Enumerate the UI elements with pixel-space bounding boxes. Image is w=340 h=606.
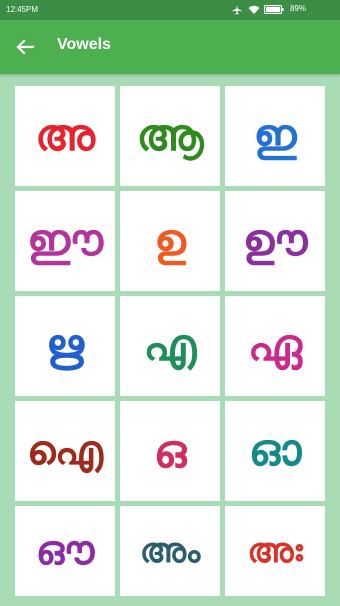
vowel-grid: അ ആ ഇ ഈ ഉ ഊ ഋ എ ഏ ഐ ഒ ഓ ഔ അം അഃ: [15, 86, 327, 596]
wifi-icon: [248, 5, 260, 14]
vowel-letter: ആ: [136, 110, 204, 161]
vowel-tile[interactable]: ഐ: [15, 401, 115, 501]
vowel-tile[interactable]: ഋ: [15, 296, 115, 396]
vowel-tile[interactable]: ഈ: [15, 191, 115, 291]
app-bar: Vowels: [0, 20, 340, 74]
vowel-letter: ഏ: [247, 320, 303, 371]
airplane-mode-icon: [232, 5, 242, 15]
vowel-letter: ഐ: [26, 428, 104, 474]
vowel-letter: ഊ: [242, 215, 308, 266]
vowel-letter: ഈ: [26, 215, 104, 266]
vowel-tile[interactable]: അഃ: [225, 506, 325, 596]
vowel-tile[interactable]: ഊ: [225, 191, 325, 291]
status-time: 12:45PM: [6, 5, 39, 14]
vowel-letter: ഔ: [35, 528, 95, 574]
vowel-letter: ഋ: [45, 320, 85, 371]
vowel-tile[interactable]: ആ: [120, 86, 220, 186]
vowel-tile[interactable]: ഒ: [120, 401, 220, 501]
vowel-tile[interactable]: എ: [120, 296, 220, 396]
vowel-letter: ഒ: [153, 424, 187, 478]
vowel-tile[interactable]: അം: [120, 506, 220, 596]
vowel-tile[interactable]: അ: [15, 86, 115, 186]
vowel-tile[interactable]: ഓ: [225, 401, 325, 501]
vowel-tile[interactable]: ഔ: [15, 506, 115, 596]
vowel-letter: അം: [139, 531, 201, 571]
vowel-tile[interactable]: ഇ: [225, 86, 325, 186]
vowel-letter: അഃ: [247, 531, 303, 571]
arrow-back-icon: [16, 39, 35, 55]
battery-icon: [264, 5, 284, 14]
vowel-letter: ഇ: [253, 110, 297, 161]
vowel-tile[interactable]: ഏ: [225, 296, 325, 396]
page-title: Vowels: [57, 36, 111, 53]
vowel-letter: എ: [143, 320, 197, 371]
status-bar: 12:45PM 89%: [0, 0, 340, 20]
vowel-tile[interactable]: ഉ: [120, 191, 220, 291]
vowel-letter: അ: [35, 110, 95, 161]
vowel-letter: ഓ: [248, 425, 302, 476]
battery-level: 89%: [290, 4, 307, 13]
vowel-letter: ഉ: [154, 215, 186, 266]
back-button[interactable]: [10, 32, 42, 62]
